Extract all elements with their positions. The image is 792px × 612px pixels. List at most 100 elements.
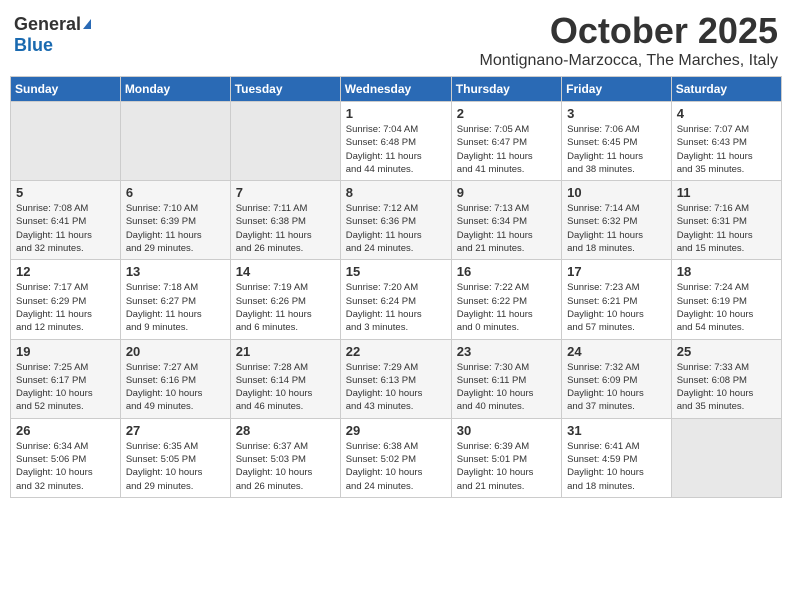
calendar-cell: 28Sunrise: 6:37 AM Sunset: 5:03 PM Dayli… [230, 418, 340, 497]
day-info: Sunrise: 7:19 AM Sunset: 6:26 PM Dayligh… [236, 281, 335, 334]
day-number: 3 [567, 106, 666, 121]
header: General Blue October 2025 Montignano-Mar… [10, 10, 782, 70]
day-header-friday: Friday [562, 77, 672, 102]
calendar-cell [230, 102, 340, 181]
day-info: Sunrise: 7:18 AM Sunset: 6:27 PM Dayligh… [126, 281, 225, 334]
day-info: Sunrise: 7:30 AM Sunset: 6:11 PM Dayligh… [457, 361, 556, 414]
day-header-tuesday: Tuesday [230, 77, 340, 102]
day-info: Sunrise: 7:10 AM Sunset: 6:39 PM Dayligh… [126, 202, 225, 255]
calendar-week-row: 5Sunrise: 7:08 AM Sunset: 6:41 PM Daylig… [11, 181, 782, 260]
day-info: Sunrise: 7:11 AM Sunset: 6:38 PM Dayligh… [236, 202, 335, 255]
day-info: Sunrise: 7:12 AM Sunset: 6:36 PM Dayligh… [346, 202, 446, 255]
calendar-cell: 10 Sunrise: 7:14 AM Sunset: 6:32 PM Dayli… [562, 181, 672, 260]
day-number: 6 [126, 185, 225, 200]
calendar-cell: 18 Sunrise: 7:24 AM Sunset: 6:19 PM Dayli… [671, 260, 781, 339]
calendar-cell: 7Sunrise: 7:11 AM Sunset: 6:38 PM Daylig… [230, 181, 340, 260]
day-number: 11 [677, 185, 776, 200]
day-info: Sunrise: 6:34 AM Sunset: 5:06 PM Dayligh… [16, 440, 115, 493]
day-number: 2 [457, 106, 556, 121]
calendar-cell: 4 Sunrise: 7:07 AM Sunset: 6:43 PM Daylig… [671, 102, 781, 181]
day-info: Sunrise: 7:28 AM Sunset: 6:14 PM Dayligh… [236, 361, 335, 414]
calendar-cell [120, 102, 230, 181]
day-info: Sunrise: 7:05 AM Sunset: 6:47 PM Dayligh… [457, 123, 556, 176]
calendar-week-row: 19 Sunrise: 7:25 AM Sunset: 6:17 PM Dayli… [11, 339, 782, 418]
calendar-cell: 15 Sunrise: 7:20 AM Sunset: 6:24 PM Dayli… [340, 260, 451, 339]
day-number: 21 [236, 344, 335, 359]
day-number: 20 [126, 344, 225, 359]
day-info: Sunrise: 7:23 AM Sunset: 6:21 PM Dayligh… [567, 281, 666, 334]
calendar-header-row: SundayMondayTuesdayWednesdayThursdayFrid… [11, 77, 782, 102]
calendar-cell: 11Sunrise: 7:16 AM Sunset: 6:31 PM Dayli… [671, 181, 781, 260]
day-number: 18 [677, 264, 776, 279]
day-number: 27 [126, 423, 225, 438]
day-number: 19 [16, 344, 115, 359]
day-info: Sunrise: 7:24 AM Sunset: 6:19 PM Dayligh… [677, 281, 776, 334]
calendar-cell: 3 Sunrise: 7:06 AM Sunset: 6:45 PM Daylig… [562, 102, 672, 181]
calendar-cell: 23 Sunrise: 7:30 AM Sunset: 6:11 PM Dayli… [451, 339, 561, 418]
day-number: 12 [16, 264, 115, 279]
day-number: 29 [346, 423, 446, 438]
day-number: 13 [126, 264, 225, 279]
calendar-cell: 14 Sunrise: 7:19 AM Sunset: 6:26 PM Dayli… [230, 260, 340, 339]
logo: General Blue [14, 14, 91, 56]
day-info: Sunrise: 7:25 AM Sunset: 6:17 PM Dayligh… [16, 361, 115, 414]
month-title: October 2025 [480, 10, 779, 52]
day-number: 15 [346, 264, 446, 279]
day-info: Sunrise: 7:07 AM Sunset: 6:43 PM Dayligh… [677, 123, 776, 176]
calendar-cell: 31Sunrise: 6:41 AM Sunset: 4:59 PM Dayli… [562, 418, 672, 497]
calendar-cell: 19 Sunrise: 7:25 AM Sunset: 6:17 PM Dayli… [11, 339, 121, 418]
day-info: Sunrise: 7:27 AM Sunset: 6:16 PM Dayligh… [126, 361, 225, 414]
day-info: Sunrise: 7:17 AM Sunset: 6:29 PM Dayligh… [16, 281, 115, 334]
calendar-cell: 20 Sunrise: 7:27 AM Sunset: 6:16 PM Dayli… [120, 339, 230, 418]
calendar-week-row: 26 Sunrise: 6:34 AM Sunset: 5:06 PM Dayli… [11, 418, 782, 497]
calendar-cell [671, 418, 781, 497]
day-info: Sunrise: 7:20 AM Sunset: 6:24 PM Dayligh… [346, 281, 446, 334]
day-number: 23 [457, 344, 556, 359]
calendar-cell: 21 Sunrise: 7:28 AM Sunset: 6:14 PM Dayli… [230, 339, 340, 418]
calendar-cell: 24Sunrise: 7:32 AM Sunset: 6:09 PM Dayli… [562, 339, 672, 418]
calendar-table: SundayMondayTuesdayWednesdayThursdayFrid… [10, 76, 782, 498]
day-header-thursday: Thursday [451, 77, 561, 102]
calendar-cell: 27 Sunrise: 6:35 AM Sunset: 5:05 PM Dayli… [120, 418, 230, 497]
calendar-cell: 12 Sunrise: 7:17 AM Sunset: 6:29 PM Dayli… [11, 260, 121, 339]
day-info: Sunrise: 7:13 AM Sunset: 6:34 PM Dayligh… [457, 202, 556, 255]
day-number: 30 [457, 423, 556, 438]
calendar-cell: 9 Sunrise: 7:13 AM Sunset: 6:34 PM Daylig… [451, 181, 561, 260]
calendar-cell: 22 Sunrise: 7:29 AM Sunset: 6:13 PM Dayli… [340, 339, 451, 418]
day-number: 1 [346, 106, 446, 121]
calendar-cell: 13 Sunrise: 7:18 AM Sunset: 6:27 PM Dayli… [120, 260, 230, 339]
calendar-cell: 30 Sunrise: 6:39 AM Sunset: 5:01 PM Dayli… [451, 418, 561, 497]
day-header-sunday: Sunday [11, 77, 121, 102]
day-info: Sunrise: 7:29 AM Sunset: 6:13 PM Dayligh… [346, 361, 446, 414]
calendar-cell: 25Sunrise: 7:33 AM Sunset: 6:08 PM Dayli… [671, 339, 781, 418]
calendar-cell: 17 Sunrise: 7:23 AM Sunset: 6:21 PM Dayli… [562, 260, 672, 339]
day-info: Sunrise: 6:35 AM Sunset: 5:05 PM Dayligh… [126, 440, 225, 493]
calendar-week-row: 1 Sunrise: 7:04 AM Sunset: 6:48 PM Daylig… [11, 102, 782, 181]
day-number: 10 [567, 185, 666, 200]
calendar-cell [11, 102, 121, 181]
day-number: 17 [567, 264, 666, 279]
calendar-cell: 26 Sunrise: 6:34 AM Sunset: 5:06 PM Dayli… [11, 418, 121, 497]
day-info: Sunrise: 7:33 AM Sunset: 6:08 PM Dayligh… [677, 361, 776, 414]
calendar-cell: 16Sunrise: 7:22 AM Sunset: 6:22 PM Dayli… [451, 260, 561, 339]
day-number: 22 [346, 344, 446, 359]
day-header-saturday: Saturday [671, 77, 781, 102]
day-number: 26 [16, 423, 115, 438]
day-info: Sunrise: 7:06 AM Sunset: 6:45 PM Dayligh… [567, 123, 666, 176]
day-number: 9 [457, 185, 556, 200]
day-header-wednesday: Wednesday [340, 77, 451, 102]
day-info: Sunrise: 6:38 AM Sunset: 5:02 PM Dayligh… [346, 440, 446, 493]
day-number: 8 [346, 185, 446, 200]
day-number: 14 [236, 264, 335, 279]
day-info: Sunrise: 7:14 AM Sunset: 6:32 PM Dayligh… [567, 202, 666, 255]
day-info: Sunrise: 6:39 AM Sunset: 5:01 PM Dayligh… [457, 440, 556, 493]
logo-general-text: General [14, 14, 81, 35]
logo-blue-text: Blue [14, 35, 53, 56]
day-info: Sunrise: 7:04 AM Sunset: 6:48 PM Dayligh… [346, 123, 446, 176]
calendar-cell: 5Sunrise: 7:08 AM Sunset: 6:41 PM Daylig… [11, 181, 121, 260]
calendar-cell: 2 Sunrise: 7:05 AM Sunset: 6:47 PM Daylig… [451, 102, 561, 181]
day-info: Sunrise: 7:32 AM Sunset: 6:09 PM Dayligh… [567, 361, 666, 414]
calendar-cell: 1 Sunrise: 7:04 AM Sunset: 6:48 PM Daylig… [340, 102, 451, 181]
day-number: 4 [677, 106, 776, 121]
day-info: Sunrise: 7:08 AM Sunset: 6:41 PM Dayligh… [16, 202, 115, 255]
